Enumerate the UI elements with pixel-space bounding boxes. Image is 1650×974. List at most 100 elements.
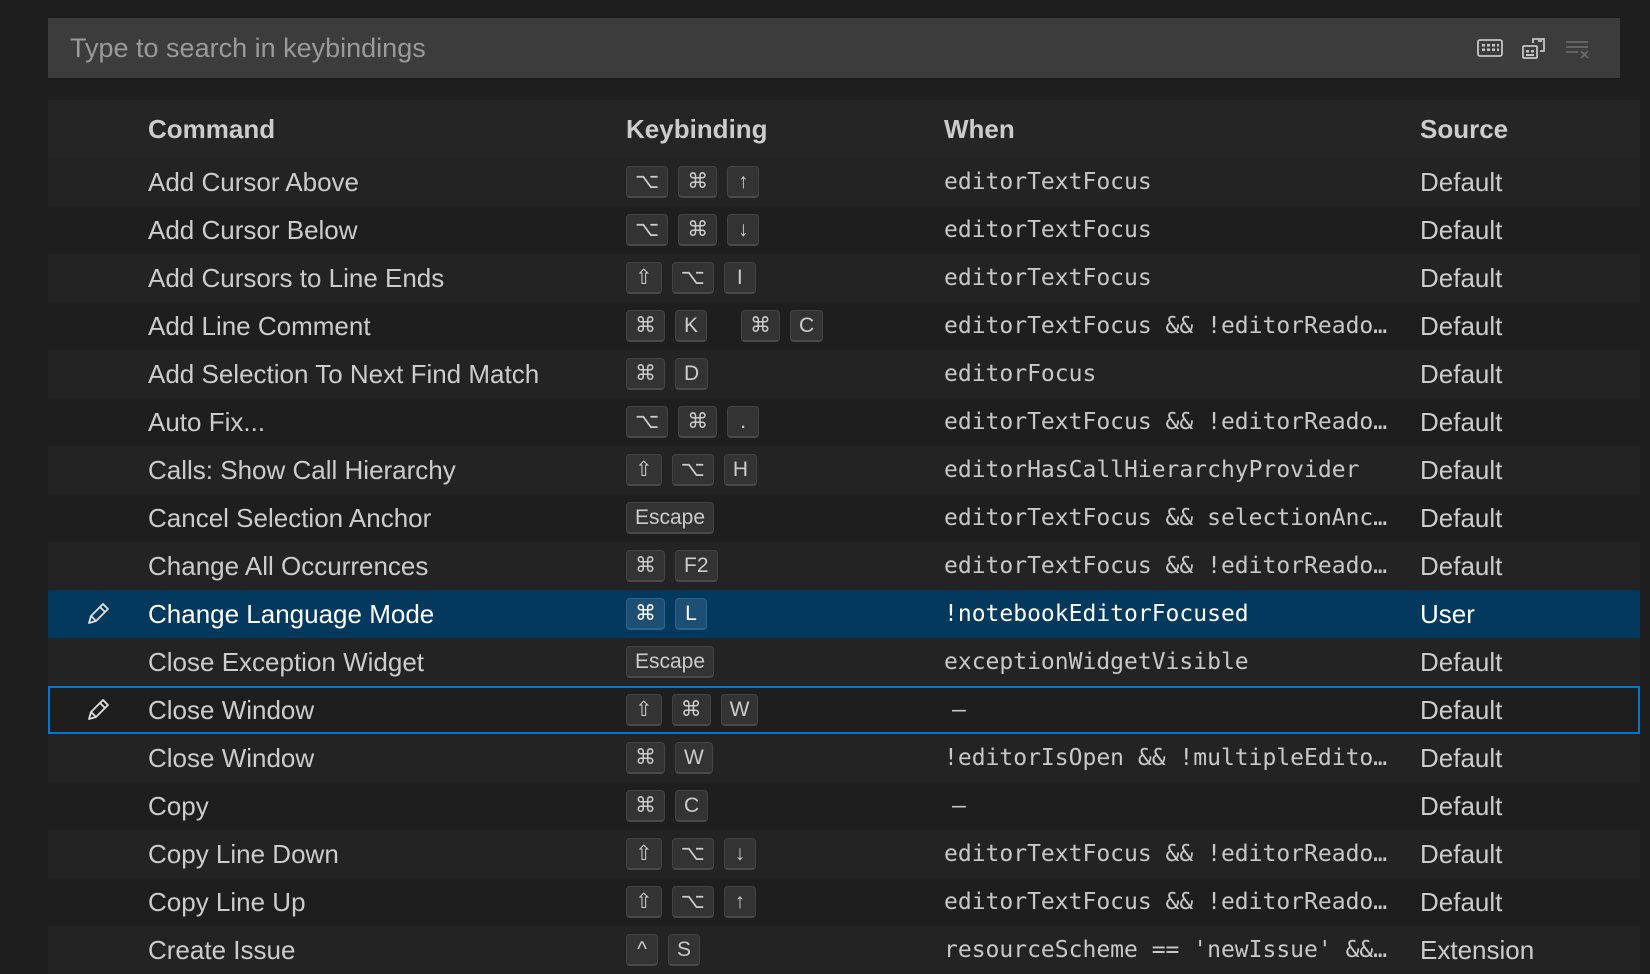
key-cap: ^ [626,934,658,966]
when-cell: !notebookEditorFocused [944,601,1249,627]
source-cell: Extension [1420,934,1535,965]
keybinding-cell: ⌥ ⌘ ↓ [626,214,944,246]
table-row[interactable]: Add Selection To Next Find Match ⌘ Deditor… [48,350,1640,398]
keybinding-cell: ⇧ ⌥ H [626,454,944,486]
when-cell: editorTextFocus && selectionAnc… [944,505,1388,531]
header-command[interactable]: Command [148,114,626,145]
key-cap: W [720,694,759,726]
source-cell: Default [1420,694,1503,725]
table-row[interactable]: Change All Occurrences ⌘ F2 editorTextFocus… [48,542,1640,590]
table-row[interactable]: Create Issue ^ SresourceScheme == 'newIssu… [48,926,1640,974]
key-cap: ⌘ [671,694,711,726]
key-cap: ⌘ [741,310,781,342]
key-cap: ⌘ [626,598,665,630]
command-cell: Create Issue [148,934,296,965]
key-cap: D [675,358,709,390]
key-cap: H [723,454,757,486]
command-cell: Close Exception Widget [148,646,425,677]
header-keybinding[interactable]: Keybinding [626,114,944,145]
when-cell: !editorIsOpen && !multipleEdito… [944,745,1388,771]
key-cap: ⇧ [626,262,662,294]
when-cell: editorFocus [944,361,1097,387]
key-cap: ⌥ [671,262,714,294]
header-when[interactable]: When [944,114,1420,145]
key-cap: Escape [626,646,715,678]
command-cell: Add Selection To Next Find Match [148,358,540,389]
key-cap: ⌥ [626,406,669,438]
command-cell: Change All Occurrences [148,550,429,581]
when-cell: editorTextFocus [944,169,1152,195]
table-row[interactable]: Add Cursor Above ⌥ ⌘ ↑ editorTextFocus Defaul… [48,158,1640,206]
key-cap: ⌥ [671,886,714,918]
keybinding-cell: Escape [626,646,944,678]
keybinding-cell: ⌥ ⌘ ↑ [626,166,944,198]
key-cap: ⌘ [678,214,718,246]
source-cell: Default [1420,166,1503,197]
when-cell: editorTextFocus && !editorReado… [944,313,1388,339]
table-body: Add Cursor Above ⌥ ⌘ ↑ editorTextFocus Defaul… [48,158,1640,974]
record-keys-icon[interactable] [1476,34,1504,62]
key-cap: ⌘ [678,406,718,438]
key-cap: L [675,598,707,630]
source-cell: Default [1420,646,1503,677]
source-cell: Default [1420,214,1503,245]
table-row[interactable]: Copy ⌘ C – Default [48,782,1640,830]
keybinding-cell: ⌘ C [626,790,944,822]
key-cap: ⌘ [626,310,665,342]
command-cell: Add Line Comment [148,310,371,341]
key-cap: ⌘ [626,358,665,390]
command-cell: Change Language Mode [148,598,435,629]
key-cap: K [675,310,708,342]
key-cap: Escape [626,502,715,534]
key-cap: ↑ [727,166,760,198]
clear-search-icon[interactable] [1564,34,1592,62]
table-row[interactable]: Close Window ⇧ ⌘ W – Default [48,686,1640,734]
search-input[interactable] [48,17,1476,79]
when-cell: editorTextFocus && !editorReado… [944,553,1388,579]
header-source[interactable]: Source [1420,114,1620,145]
table-row[interactable]: Copy Line Up ⇧ ⌥ ↑ editorTextFocus && !edito… [48,878,1640,926]
command-cell: Add Cursor Below [148,214,358,245]
table-row[interactable]: Close Exception Widget Escape exceptionWid… [48,638,1640,686]
keybinding-cell: ⇧ ⌥ ↑ [626,886,944,918]
table-row[interactable]: Calls: Show Call Hierarchy ⇧ ⌥ HeditorHasCa… [48,446,1640,494]
source-cell: User [1420,598,1475,629]
sort-by-precedence-icon[interactable] [1520,34,1548,62]
source-cell: Default [1420,838,1503,869]
keybinding-cell: ⇧ ⌥ ↓ [626,838,944,870]
key-cap: ⌥ [626,214,669,246]
table-header: Command Keybinding When Source [48,100,1640,158]
keybinding-cell: ⌥ ⌘. [626,406,944,438]
source-cell: Default [1420,790,1503,821]
source-cell: Default [1420,454,1503,485]
table-row[interactable]: Change Language Mode ⌘ L !notebookEditorFoc… [48,590,1640,638]
search-bar [48,17,1620,79]
command-cell: Cancel Selection Anchor [148,502,432,533]
key-cap: ↓ [723,838,756,870]
command-cell: Copy Line Up [148,886,306,917]
key-cap: F2 [675,550,718,582]
key-cap: ⌘ [626,790,665,822]
table-row[interactable]: Close Window ⌘ W !editorIsOpen && !multiple… [48,734,1640,782]
table-row[interactable]: Add Line Comment ⌘ K ⌘ CeditorTextFocus && !… [48,302,1640,350]
pencil-icon[interactable] [84,696,112,724]
key-cap: ⌘ [678,166,718,198]
table-row[interactable]: Cancel Selection Anchor Escape editorTextF… [48,494,1640,542]
source-cell: Default [1420,742,1503,773]
table-row[interactable]: Auto Fix... ⌥ ⌘. editorTextFocus && !editor… [48,398,1640,446]
table-row[interactable]: Add Cursor Below ⌥ ⌘ ↓ editorTextFocus Defaul… [48,206,1640,254]
key-cap: S [668,934,701,966]
source-cell: Default [1420,550,1503,581]
keybinding-cell: ^ S [626,934,944,966]
key-cap: ⇧ [626,454,662,486]
when-cell: – [952,697,966,723]
command-cell: Close Window [148,742,315,773]
table-row[interactable]: Add Cursors to Line Ends ⇧ ⌥ IeditorTextFoc… [48,254,1640,302]
command-cell: Calls: Show Call Hierarchy [148,454,456,485]
keybinding-cell: ⇧ ⌥ I [626,262,944,294]
key-cap: . [727,406,760,438]
table-row[interactable]: Copy Line Down ⇧ ⌥ ↓ editorTextFocus && !edi… [48,830,1640,878]
scrollbar-track[interactable] [1640,100,1650,974]
pencil-icon[interactable] [84,600,112,628]
when-cell: editorHasCallHierarchyProvider [944,457,1360,483]
